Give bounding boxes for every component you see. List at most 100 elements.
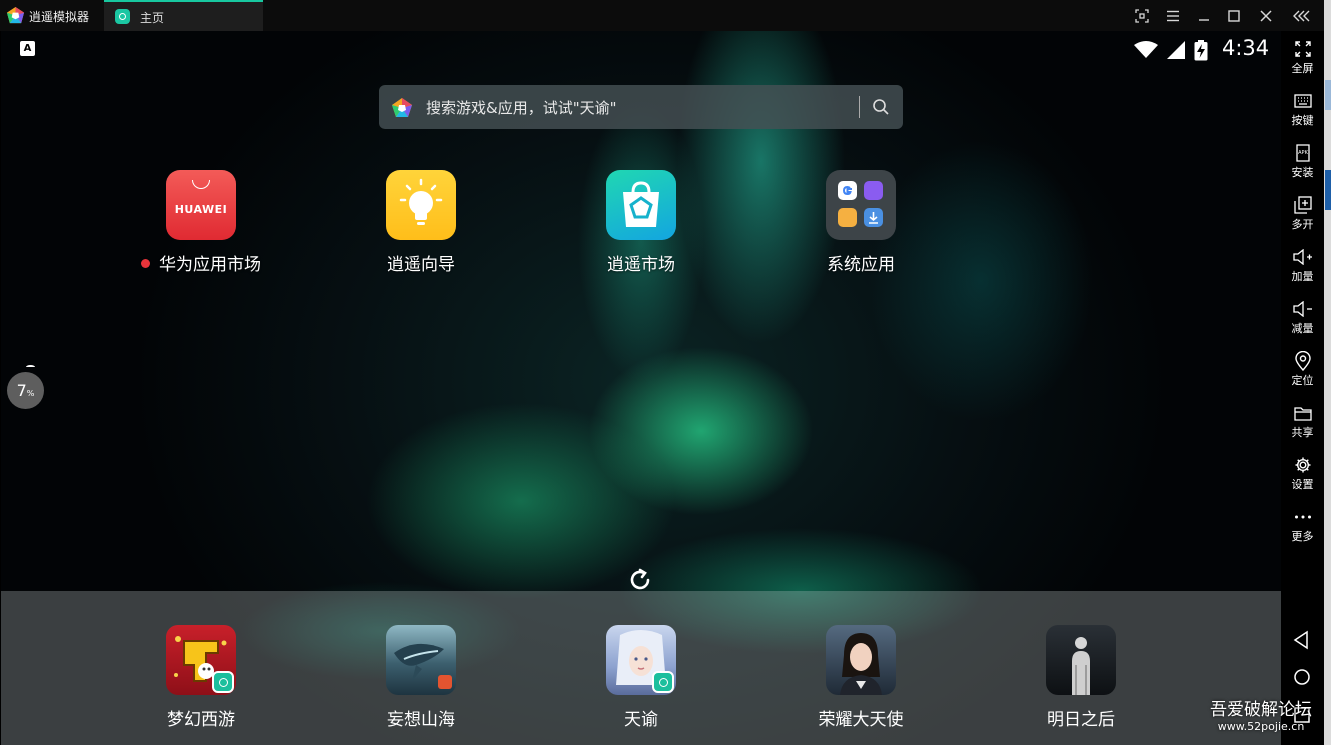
tool-volume-up[interactable]: 加量 bbox=[1281, 247, 1324, 284]
dock-app-rongyaodatianshi[interactable]: 荣耀大天使 bbox=[786, 625, 936, 730]
tool-label: 安装 bbox=[1291, 166, 1314, 179]
apk-icon: APK bbox=[1295, 144, 1310, 162]
status-icons bbox=[1134, 39, 1208, 61]
title-bar: 逍遥模拟器 主页 bbox=[0, 0, 1331, 31]
wifi-icon bbox=[1134, 41, 1158, 58]
app-label: 荣耀大天使 bbox=[818, 710, 904, 730]
game-tianyu-icon bbox=[606, 625, 676, 695]
tool-more[interactable]: 更多 bbox=[1281, 507, 1324, 544]
tool-fullscreen[interactable]: 全屏 bbox=[1281, 39, 1324, 76]
tool-label: 更多 bbox=[1291, 530, 1314, 543]
app-label: 逍遥市场 bbox=[607, 255, 675, 275]
dock: 梦幻西游 妄想山海 天谕 荣耀大天使 明日之后 bbox=[1, 591, 1281, 745]
search-placeholder: 搜索游戏&应用，试试"天谕" bbox=[426, 99, 617, 117]
home-icon[interactable] bbox=[1291, 666, 1313, 688]
maximize-icon bbox=[1228, 10, 1240, 22]
huawei-smile-mark bbox=[192, 180, 210, 189]
performance-widget[interactable]: 7% bbox=[7, 372, 44, 409]
edge-fragment bbox=[1325, 80, 1331, 110]
search-icon[interactable] bbox=[871, 97, 891, 117]
tool-location[interactable]: 定位 bbox=[1281, 351, 1324, 388]
tab-home[interactable]: 主页 bbox=[104, 0, 263, 31]
tool-label: 多开 bbox=[1291, 218, 1314, 231]
tool-label: 减量 bbox=[1291, 322, 1314, 335]
home-tab-icon bbox=[115, 9, 130, 24]
tab-label: 主页 bbox=[140, 11, 165, 25]
more-icon bbox=[1294, 515, 1311, 519]
app-label: 系统应用 bbox=[827, 255, 895, 275]
app-xiaoyao-market[interactable]: 逍遥市场 bbox=[571, 170, 711, 275]
game-menghuan-icon bbox=[166, 625, 236, 695]
background-window-edge bbox=[1324, 0, 1331, 745]
perf-unit: % bbox=[26, 389, 35, 398]
app-label: 华为应用市场 bbox=[159, 255, 261, 275]
game-lifeafter-icon bbox=[1046, 625, 1116, 695]
download-icon bbox=[864, 208, 883, 227]
tool-label: 加量 bbox=[1291, 270, 1314, 283]
perf-value: 7 bbox=[16, 381, 27, 400]
close-button[interactable] bbox=[1255, 5, 1277, 27]
battery-icon bbox=[1194, 39, 1208, 60]
dock-app-tianyu[interactable]: 天谕 bbox=[566, 625, 716, 730]
back-icon[interactable] bbox=[1291, 629, 1313, 651]
huawei-icon: HUAWEI bbox=[166, 170, 236, 240]
app-xiaoyao-guide[interactable]: 逍遥向导 bbox=[351, 170, 491, 275]
tool-settings[interactable]: 设置 bbox=[1281, 455, 1324, 492]
signal-icon bbox=[1167, 41, 1185, 59]
search-bar[interactable]: 搜索游戏&应用，试试"天谕" bbox=[379, 85, 903, 129]
screenshot-mode-button[interactable] bbox=[1131, 5, 1153, 27]
dock-app-wangxiangshanhai[interactable]: 妄想山海 bbox=[346, 625, 496, 730]
tool-multi-instance[interactable]: 多开 bbox=[1281, 195, 1324, 232]
refresh-icon[interactable] bbox=[627, 567, 653, 593]
maximize-button[interactable] bbox=[1223, 5, 1245, 27]
tool-install-apk[interactable]: APK 安装 bbox=[1281, 143, 1324, 180]
gear-icon bbox=[1295, 457, 1310, 473]
game-whale-icon bbox=[386, 625, 456, 695]
app-label: 梦幻西游 bbox=[167, 710, 235, 730]
search-logo-icon bbox=[392, 98, 412, 117]
tool-label: 按键 bbox=[1291, 114, 1314, 127]
side-toolbar: 全屏 按键 APK 安装 多开 加量 减量 定位 共享 设置 更多 bbox=[1281, 31, 1324, 745]
tool-keymap[interactable]: 按键 bbox=[1281, 91, 1324, 128]
lightbulb-icon bbox=[386, 170, 456, 240]
svg-text:APK: APK bbox=[1298, 150, 1308, 156]
minimize-button[interactable] bbox=[1193, 5, 1215, 27]
tool-label: 定位 bbox=[1291, 374, 1314, 387]
search-divider bbox=[859, 96, 860, 118]
app-label: 妄想山海 bbox=[387, 710, 455, 730]
watermark-title: 吾爱破解论坛 bbox=[1210, 700, 1312, 720]
menu-button[interactable] bbox=[1162, 5, 1184, 27]
app-badge-icon bbox=[652, 671, 674, 693]
google-icon bbox=[838, 181, 857, 200]
fullscreen-icon bbox=[1294, 41, 1311, 57]
dock-app-mingrizhihou[interactable]: 明日之后 bbox=[1006, 625, 1156, 730]
huawei-logo-text: HUAWEI bbox=[174, 203, 228, 216]
watermark: 吾爱破解论坛 www.52pojie.cn bbox=[1196, 695, 1326, 733]
market-bag-icon bbox=[606, 170, 676, 240]
window-title: 逍遥模拟器 bbox=[29, 10, 90, 24]
volume-down-icon bbox=[1292, 301, 1312, 317]
tool-volume-down[interactable]: 减量 bbox=[1281, 299, 1324, 336]
multi-instance-icon bbox=[1293, 196, 1312, 214]
status-clock: 4:34 bbox=[1222, 36, 1270, 60]
app-system-apps-folder[interactable]: 系统应用 bbox=[791, 170, 931, 275]
menu-icon bbox=[1167, 10, 1179, 22]
notification-a-icon: A bbox=[20, 41, 35, 56]
tool-share-folder[interactable]: 共享 bbox=[1281, 403, 1324, 440]
collapse-icon bbox=[1293, 10, 1310, 22]
files-icon bbox=[838, 208, 857, 227]
new-badge-dot bbox=[141, 259, 150, 268]
app-label: 明日之后 bbox=[1047, 710, 1115, 730]
folder-icon bbox=[826, 170, 896, 240]
collapse-toolbar-button[interactable] bbox=[1291, 5, 1313, 27]
app-logo-icon bbox=[6, 6, 25, 24]
watermark-url: www.52pojie.cn bbox=[1217, 720, 1305, 733]
keyboard-icon bbox=[1293, 94, 1312, 108]
app-badge-icon bbox=[212, 671, 234, 693]
location-icon bbox=[1294, 351, 1311, 371]
close-icon bbox=[1260, 10, 1272, 22]
android-screen[interactable]: A 4:34 搜索游戏&应用，试试"天谕" HUAWEI 华为应用市场 逍遥向导… bbox=[1, 31, 1281, 745]
tool-label: 全屏 bbox=[1291, 62, 1314, 75]
dock-app-menghuanxiyou[interactable]: 梦幻西游 bbox=[126, 625, 276, 730]
app-huawei-market[interactable]: HUAWEI 华为应用市场 bbox=[131, 170, 271, 275]
